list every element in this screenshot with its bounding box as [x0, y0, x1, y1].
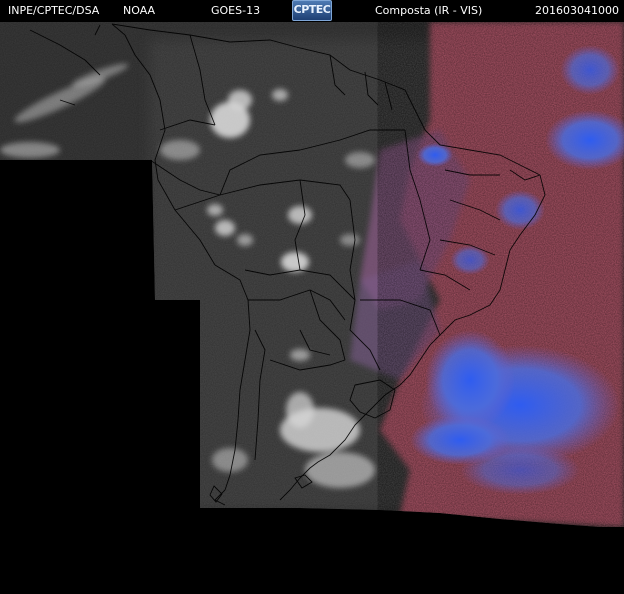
satellite-map: [0, 0, 624, 594]
agency-label: INPE/CPTEC/DSA: [8, 4, 100, 17]
noaa-label: NOAA: [123, 4, 156, 17]
cptec-logo: CPTEC: [292, 0, 332, 21]
satellite-label: GOES-13: [211, 4, 261, 17]
product-label: Composta (IR - VIS): [375, 4, 483, 17]
cptec-logo-text: CPTEC: [293, 3, 331, 16]
image-header: INPE/CPTEC/DSA NOAA GOES-13 CPTEC Compos…: [0, 0, 624, 22]
timestamp-label: 201603041000: [535, 4, 619, 17]
